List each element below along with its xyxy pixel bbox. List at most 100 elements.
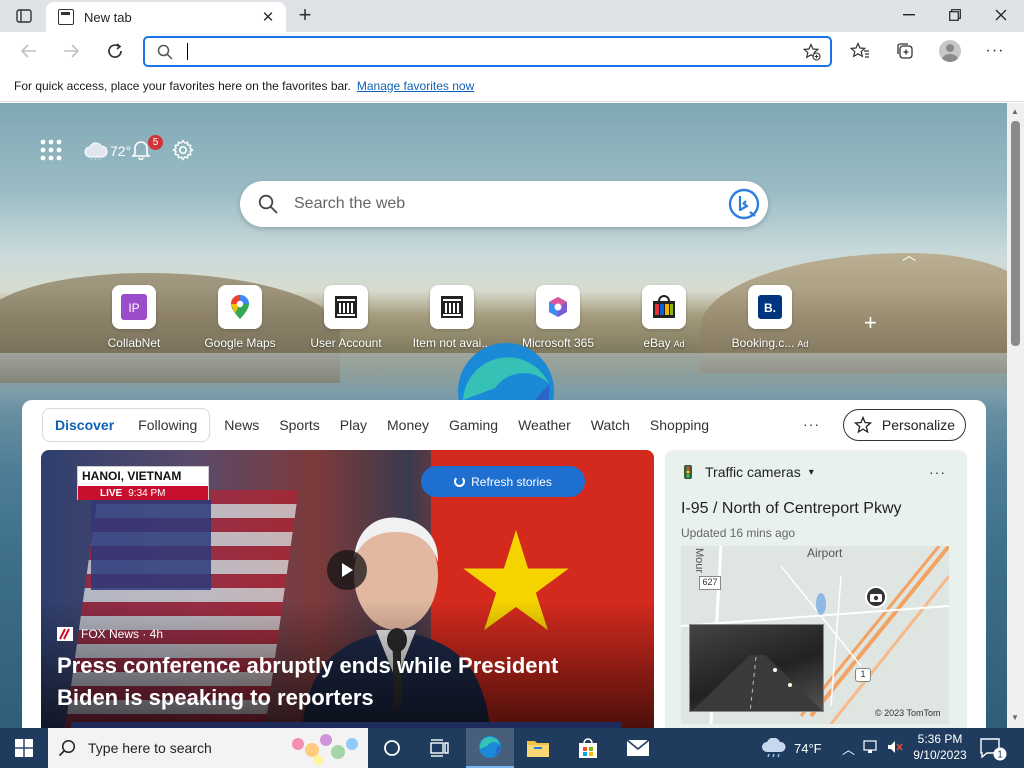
building-icon — [430, 285, 474, 329]
traffic-updated-time: Updated 16 mins ago — [681, 526, 796, 540]
ad-label: Ad — [673, 339, 685, 349]
network-icon[interactable] — [863, 739, 879, 757]
traffic-cameras-title: Traffic cameras — [705, 464, 801, 480]
search-icon — [157, 44, 173, 60]
map-route-shield-627: 627 — [699, 576, 721, 590]
avatar — [939, 40, 961, 62]
cortana-button[interactable] — [368, 728, 416, 768]
search-icon — [258, 194, 278, 214]
address-input[interactable] — [188, 39, 798, 64]
tab-actions-icon[interactable] — [10, 6, 38, 26]
quick-link-booking[interactable]: B. Booking.c... Ad — [718, 285, 822, 350]
feed-more-button[interactable]: ··· — [803, 416, 820, 432]
scroll-down-arrow-icon[interactable]: ▼ — [1011, 713, 1019, 722]
clock-date: 9/10/2023 — [913, 748, 967, 762]
sparkle-star-icon — [853, 416, 872, 434]
traffic-more-button[interactable]: ··· — [929, 464, 946, 480]
ip-icon: IP — [112, 285, 156, 329]
restore-button[interactable] — [932, 0, 978, 30]
news-source[interactable]: FOX News · 4h — [57, 627, 163, 641]
category-sports[interactable]: Sports — [279, 417, 319, 433]
system-tray: ︿ — [838, 728, 907, 768]
refresh-button[interactable] — [100, 37, 130, 65]
cortana-circle-icon — [384, 740, 400, 756]
tab-following[interactable]: Following — [138, 417, 197, 433]
taskbar-store[interactable] — [564, 728, 612, 768]
windows-logo-icon — [15, 739, 33, 757]
collections-icon[interactable] — [890, 37, 920, 65]
category-news[interactable]: News — [224, 417, 259, 433]
volume-muted-icon[interactable] — [887, 740, 903, 757]
broadcast-location: HANOI, VIETNAM — [82, 469, 182, 483]
weather-widget[interactable]: 72° — [84, 139, 131, 163]
task-view-button[interactable] — [416, 728, 464, 768]
page-scrollbar[interactable]: ▲ ▼ — [1007, 103, 1024, 728]
action-center-icon[interactable]: 1 — [978, 736, 1008, 762]
new-tab-button[interactable]: + — [292, 4, 318, 28]
category-watch[interactable]: Watch — [591, 417, 630, 433]
start-button[interactable] — [0, 728, 48, 768]
refresh-stories-label: Refresh stories — [471, 474, 552, 489]
taskbar-file-explorer[interactable] — [514, 728, 562, 768]
quick-link-ebay[interactable]: eBay Ad — [612, 285, 716, 350]
category-gaming[interactable]: Gaming — [449, 417, 498, 433]
news-headline[interactable]: Press conference abruptly ends while Pre… — [57, 650, 617, 714]
taskbar-edge-app[interactable] — [466, 728, 514, 768]
tab-discover[interactable]: Discover — [55, 417, 114, 433]
fox-news-logo-icon — [57, 627, 73, 641]
quick-link-google-maps[interactable]: Google Maps — [188, 285, 292, 350]
camera-location-pin-icon[interactable] — [865, 586, 887, 608]
favorites-bar: For quick access, place your favorites h… — [0, 70, 1024, 102]
minimize-button[interactable] — [886, 0, 932, 30]
quick-link-collabnet[interactable]: IP CollabNet — [82, 285, 186, 350]
quick-link-user-account[interactable]: User Account — [294, 285, 398, 350]
bing-chat-icon[interactable] — [728, 188, 760, 220]
refresh-stories-button[interactable]: Refresh stories — [421, 466, 585, 497]
chevron-up-icon[interactable]: ︿ — [902, 245, 916, 265]
traffic-light-icon — [684, 465, 692, 479]
app-launcher-icon[interactable] — [40, 139, 64, 163]
category-shopping[interactable]: Shopping — [650, 417, 709, 433]
page-settings-gear-icon[interactable] — [172, 139, 196, 163]
play-video-icon[interactable] — [327, 550, 367, 590]
active-tab[interactable]: New tab ✕ — [46, 2, 286, 32]
category-money[interactable]: Money — [387, 417, 429, 433]
tab-title: New tab — [84, 9, 132, 25]
feed-view-switch: Discover Following — [42, 408, 211, 442]
traffic-cameras-card[interactable]: Traffic cameras ▾ ··· I-95 / North of Ce… — [665, 450, 967, 728]
web-search-placeholder: Search the web — [294, 195, 406, 212]
add-favorite-icon[interactable] — [798, 40, 826, 64]
personalize-button[interactable]: Personalize — [843, 409, 966, 441]
close-tab-icon[interactable]: ✕ — [256, 5, 280, 29]
close-window-button[interactable] — [978, 0, 1024, 30]
profile-button[interactable] — [935, 37, 965, 65]
scrollbar-thumb[interactable] — [1011, 121, 1020, 346]
chevron-up-icon[interactable]: ︿ — [842, 739, 855, 758]
favorites-icon[interactable] — [845, 37, 875, 65]
taskbar-clock[interactable]: 5:36 PM 9/10/2023 — [908, 731, 972, 763]
building-icon — [324, 285, 368, 329]
edge-logo-icon — [455, 340, 557, 400]
taskbar-mail[interactable] — [614, 728, 662, 768]
forward-button[interactable] — [56, 37, 86, 65]
scroll-up-arrow-icon[interactable]: ▲ — [1011, 107, 1019, 116]
add-site-plus-icon[interactable]: + — [864, 310, 877, 336]
category-weather[interactable]: Weather — [518, 417, 571, 433]
svg-text:B.: B. — [764, 301, 776, 315]
category-play[interactable]: Play — [340, 417, 367, 433]
taskbar-search-box[interactable]: Type here to search — [48, 728, 368, 768]
traffic-cameras-header[interactable]: Traffic cameras ▾ — [681, 464, 814, 480]
live-label: LIVE — [100, 487, 123, 499]
address-bar[interactable] — [143, 36, 832, 67]
settings-and-more-icon[interactable]: ··· — [980, 37, 1010, 65]
web-search-box[interactable]: Search the web — [240, 181, 768, 227]
taskbar-search-placeholder: Type here to search — [88, 740, 212, 756]
news-card[interactable]: HANOI, VIETNAM LIVE 9:34 PM Refresh stor… — [41, 450, 654, 728]
booking-icon: B. — [748, 285, 792, 329]
ad-label: Ad — [797, 339, 809, 349]
taskbar-weather[interactable]: 74°F — [760, 728, 822, 768]
back-button[interactable] — [14, 37, 44, 65]
manage-favorites-link[interactable]: Manage favorites now — [357, 79, 474, 93]
quick-link-label: eBay — [643, 336, 671, 350]
traffic-camera-thumbnail[interactable] — [689, 624, 824, 712]
